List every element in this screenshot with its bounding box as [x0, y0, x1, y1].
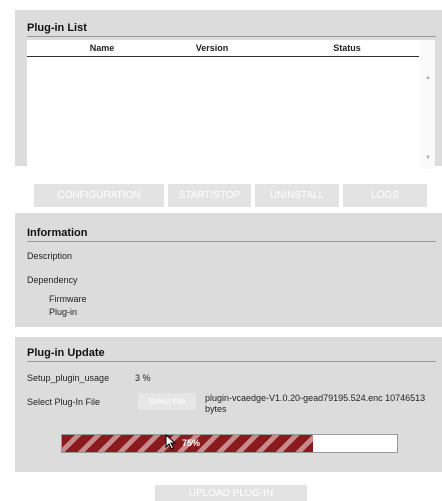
information-title: Information [27, 227, 88, 239]
progress-percent: 75% [182, 438, 201, 448]
plugin-list-table[interactable]: Name Version Status ▲ ▼ [27, 40, 435, 169]
scrollbar[interactable]: ▲ ▼ [421, 40, 435, 169]
description-label: Description [27, 251, 73, 261]
column-header-version[interactable]: Version [177, 43, 247, 53]
start-stop-button[interactable]: START/STOP [168, 184, 251, 207]
plugin-list-title: Plug-in List [27, 22, 87, 34]
upload-plugin-button[interactable]: UPLOAD PLUG-IN [155, 485, 307, 501]
usage-value: 3 % [135, 373, 151, 383]
table-header: Name Version Status [27, 40, 419, 57]
plugin-list-panel: Plug-in List Name Version Status ▲ ▼ [15, 10, 442, 169]
upload-progress-bar: 75% [61, 434, 398, 453]
divider [27, 36, 436, 37]
scroll-up-icon[interactable]: ▲ [425, 75, 431, 81]
information-panel: Information Description Dependency Firmw… [15, 213, 442, 327]
column-header-name[interactable]: Name [67, 43, 137, 53]
plugin-label: Plug-in [49, 307, 78, 317]
firmware-label: Firmware [49, 294, 87, 304]
column-header-status[interactable]: Status [312, 43, 382, 53]
mouse-cursor-icon [165, 434, 177, 450]
logs-button[interactable]: LOGS [343, 184, 427, 207]
selected-file-info: plugin-vcaedge-V1.0.20-gead79195.524.enc… [205, 393, 426, 414]
scroll-down-icon[interactable]: ▼ [425, 155, 431, 161]
usage-label: Setup_plugin_usage [27, 373, 110, 383]
plugin-update-title: Plug-in Update [27, 347, 105, 359]
plugin-update-panel: Plug-in Update Setup_plugin_usage 3 % Se… [15, 337, 442, 472]
divider [27, 241, 436, 242]
uninstall-button[interactable]: UNINSTALL [255, 184, 339, 207]
dependency-label: Dependency [27, 275, 78, 285]
select-file-button[interactable]: Select File [138, 393, 196, 410]
divider [27, 361, 436, 362]
configuration-button[interactable]: CONFIGURATION [34, 184, 164, 207]
select-file-label: Select Plug-In File [27, 397, 101, 407]
